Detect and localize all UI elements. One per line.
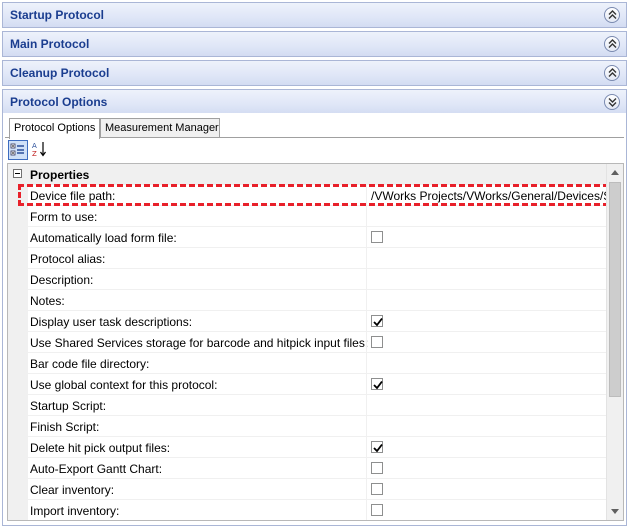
categorized-view-icon (10, 143, 24, 156)
property-row[interactable]: Finish Script: (28, 416, 608, 437)
property-row[interactable]: Auto-Export Gantt Chart: (28, 458, 608, 479)
column-divider (366, 458, 367, 479)
sort-alphabetical-icon: A Z (32, 142, 46, 158)
property-row[interactable]: Bar code file directory: (28, 353, 608, 374)
display-user-task-descriptions-checkbox[interactable] (371, 315, 383, 327)
column-divider (366, 416, 367, 437)
use-global-context-checkbox[interactable] (371, 378, 383, 390)
property-name: Protocol alias: (30, 252, 106, 266)
property-grid: Properties Device file path: /VWorks Pro… (7, 163, 624, 521)
chevron-double-up-icon[interactable] (604, 65, 620, 81)
column-divider (366, 311, 367, 332)
property-name: Finish Script: (30, 420, 100, 434)
property-row[interactable]: Use Shared Services storage for barcode … (28, 332, 608, 353)
property-name: Device file path: (30, 189, 116, 203)
tab-protocol-options[interactable]: Protocol Options (9, 118, 100, 139)
scroll-down-button[interactable] (607, 503, 623, 520)
property-grid-gutter (8, 164, 28, 520)
section-title: Protocol Options (10, 95, 108, 109)
column-divider (366, 206, 367, 227)
property-name: Clear inventory: (30, 483, 115, 497)
property-row[interactable]: Description: (28, 269, 608, 290)
scroll-thumb[interactable] (609, 182, 621, 397)
column-divider (366, 437, 367, 458)
property-name: Startup Script: (30, 399, 107, 413)
column-divider (366, 395, 367, 416)
section-startup-protocol[interactable]: Startup Protocol (2, 2, 627, 28)
property-row[interactable]: Protocol alias: (28, 248, 608, 269)
arrow-down-icon (611, 509, 619, 514)
column-divider (366, 332, 367, 353)
delete-hit-pick-output-checkbox[interactable] (371, 441, 383, 453)
tab-measurement-manager[interactable]: Measurement Manager (100, 118, 220, 138)
chevron-double-up-icon[interactable] (604, 36, 620, 52)
property-row[interactable]: Clear inventory: (28, 479, 608, 500)
auto-load-form-checkbox[interactable] (371, 231, 383, 243)
property-row[interactable]: Display user task descriptions: (28, 311, 608, 332)
section-title: Startup Protocol (10, 8, 105, 22)
property-name: Use global context for this protocol: (30, 378, 218, 392)
section-cleanup-protocol[interactable]: Cleanup Protocol (2, 60, 627, 86)
chevron-double-down-icon[interactable] (604, 94, 620, 110)
column-divider (366, 185, 367, 206)
categorized-view-button[interactable] (8, 140, 28, 160)
property-name: Auto-Export Gantt Chart: (30, 462, 163, 476)
checkmark-icon (373, 443, 383, 453)
section-title: Cleanup Protocol (10, 66, 110, 80)
scroll-up-button[interactable] (607, 164, 623, 181)
property-name: Description: (30, 273, 94, 287)
protocol-options-panel: Protocol Options Measurement Manager A Z (2, 113, 627, 526)
auto-export-gantt-checkbox[interactable] (371, 462, 383, 474)
category-row-properties[interactable]: Properties (8, 164, 608, 185)
property-row[interactable]: Startup Script: (28, 395, 608, 416)
clear-inventory-checkbox[interactable] (371, 483, 383, 495)
device-file-path-value[interactable]: /VWorks Projects/VWorks/General/Devices/… (371, 189, 607, 203)
property-row[interactable]: Delete hit pick output files: (28, 437, 608, 458)
property-name: Form to use: (30, 210, 98, 224)
chevron-double-up-icon[interactable] (604, 7, 620, 23)
arrow-up-icon (611, 170, 619, 175)
column-divider (366, 248, 367, 269)
sort-alphabetical-button[interactable]: A Z (31, 140, 51, 160)
vertical-scrollbar[interactable] (606, 164, 623, 520)
property-name: Display user task descriptions: (30, 315, 193, 329)
column-divider (366, 227, 367, 248)
import-inventory-checkbox[interactable] (371, 504, 383, 516)
collapse-minus-icon[interactable] (13, 169, 22, 178)
property-row[interactable]: Notes: (28, 290, 608, 311)
svg-text:Z: Z (32, 150, 37, 158)
property-row[interactable]: Automatically load form file: (28, 227, 608, 248)
property-row[interactable]: Use global context for this protocol: (28, 374, 608, 395)
property-name: Use Shared Services storage for barcode … (30, 336, 369, 350)
section-title: Main Protocol (10, 37, 90, 51)
checkmark-icon (373, 317, 383, 327)
property-name: Automatically load form file: (30, 231, 177, 245)
use-shared-services-checkbox[interactable] (371, 336, 383, 348)
column-divider (366, 290, 367, 311)
property-name: Import inventory: (30, 504, 120, 518)
column-divider (366, 374, 367, 395)
property-name: Delete hit pick output files: (30, 441, 171, 455)
property-row[interactable]: Form to use: (28, 206, 608, 227)
property-name: Bar code file directory: (30, 357, 150, 371)
column-divider (366, 479, 367, 500)
column-divider (366, 269, 367, 290)
svg-text:A: A (32, 142, 37, 150)
category-label: Properties (30, 168, 90, 182)
property-name: Notes: (30, 294, 65, 308)
section-protocol-options[interactable]: Protocol Options (2, 89, 627, 115)
property-row[interactable]: Import inventory: (28, 500, 608, 520)
property-row[interactable]: Device file path: /VWorks Projects/VWork… (28, 185, 608, 206)
section-main-protocol[interactable]: Main Protocol (2, 31, 627, 57)
checkmark-icon (373, 380, 383, 390)
column-divider (366, 500, 367, 520)
column-divider (366, 353, 367, 374)
